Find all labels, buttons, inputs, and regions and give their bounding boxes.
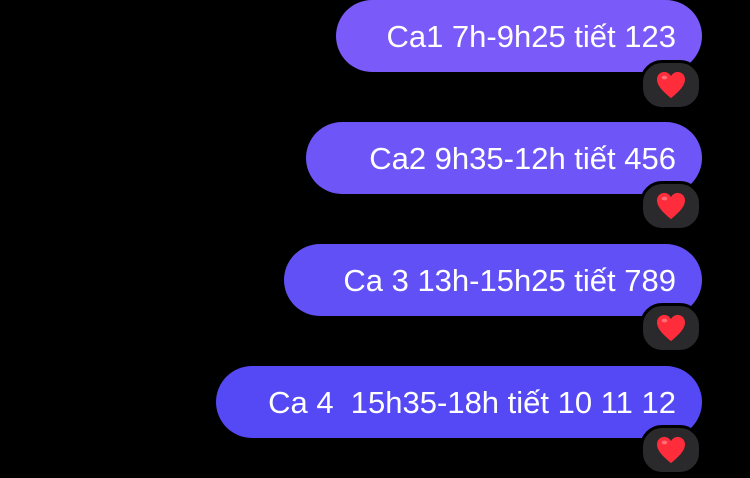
reaction-badge[interactable]	[640, 60, 702, 110]
message-bubble[interactable]: Ca1 7h-9h25 tiết 123	[336, 0, 702, 72]
message-bubble[interactable]: Ca2 9h35-12h tiết 456	[306, 122, 702, 194]
reaction-badge[interactable]	[640, 425, 702, 475]
message-bubble[interactable]: Ca 3 13h-15h25 tiết 789	[284, 244, 702, 316]
reaction-badge[interactable]	[640, 303, 702, 353]
heart-icon	[657, 436, 685, 464]
message-text: Ca1 7h-9h25 tiết 123	[386, 18, 676, 54]
reaction-badge[interactable]	[640, 181, 702, 231]
message-bubble[interactable]: Ca 4 15h35-18h tiết 10 11 12	[216, 366, 702, 438]
message-text: Ca 4 15h35-18h tiết 10 11 12	[268, 384, 676, 420]
message-text: Ca 3 13h-15h25 tiết 789	[343, 262, 676, 298]
heart-icon	[657, 71, 685, 99]
heart-icon	[657, 192, 685, 220]
heart-icon	[657, 314, 685, 342]
message-text: Ca2 9h35-12h tiết 456	[369, 140, 676, 176]
